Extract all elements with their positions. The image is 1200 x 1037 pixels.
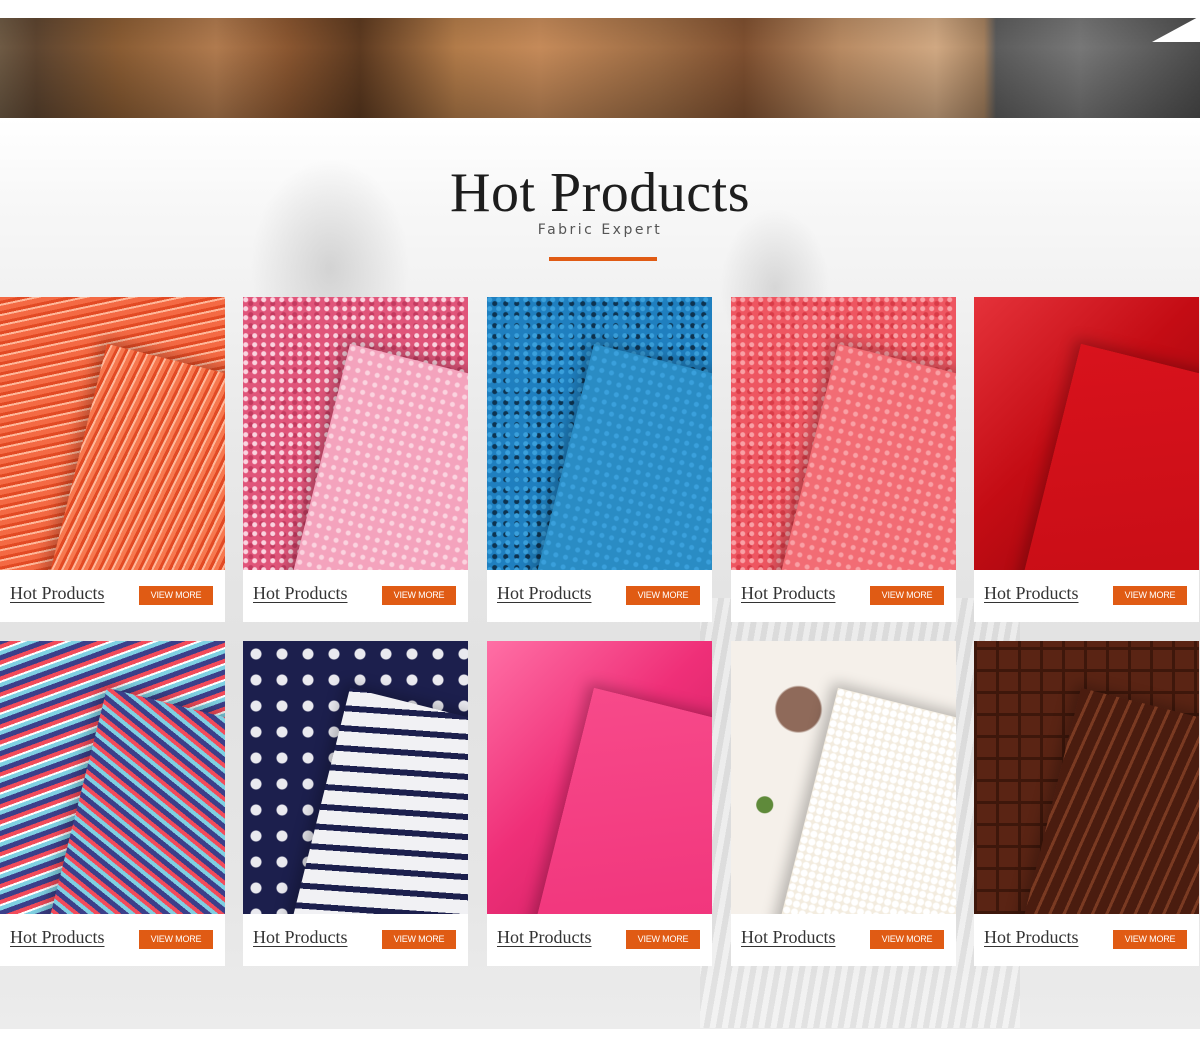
- product-title-link[interactable]: Hot Products: [10, 583, 105, 604]
- product-title-link[interactable]: Hot Products: [984, 927, 1079, 948]
- top-banner-image: [0, 0, 1200, 118]
- fabric-fold: [531, 687, 712, 914]
- product-card[interactable]: Hot Products VIEW MORE: [974, 641, 1199, 966]
- product-card[interactable]: Hot Products VIEW MORE: [487, 641, 712, 966]
- product-image[interactable]: [0, 641, 225, 914]
- section-heading: Hot Products Fabric Expert: [0, 160, 1200, 261]
- section-title: Hot Products: [450, 162, 750, 224]
- product-image[interactable]: [731, 297, 956, 570]
- fabric-fold: [1018, 687, 1199, 914]
- product-title-link[interactable]: Hot Products: [497, 927, 592, 948]
- fabric-fold: [287, 687, 468, 914]
- view-more-button[interactable]: VIEW MORE: [1113, 586, 1187, 605]
- banner-top-edge: [0, 0, 1200, 18]
- title-underline-bar: [549, 257, 657, 261]
- fabric-fold: [531, 343, 712, 570]
- fabric-fold: [44, 343, 225, 570]
- product-image[interactable]: [974, 641, 1199, 914]
- section-subtitle: Fabric Expert: [537, 222, 663, 238]
- fabric-fold: [1018, 343, 1199, 570]
- product-card[interactable]: Hot Products VIEW MORE: [731, 641, 956, 966]
- view-more-button[interactable]: VIEW MORE: [870, 930, 944, 949]
- product-title-link[interactable]: Hot Products: [10, 927, 105, 948]
- banner-corner-cut: [1152, 16, 1200, 42]
- fabric-fold: [44, 687, 225, 914]
- product-image[interactable]: [243, 641, 468, 914]
- product-title-link[interactable]: Hot Products: [497, 583, 592, 604]
- product-image[interactable]: [487, 641, 712, 914]
- fabric-fold: [287, 343, 468, 570]
- product-image[interactable]: [487, 297, 712, 570]
- product-image[interactable]: [731, 641, 956, 914]
- view-more-button[interactable]: VIEW MORE: [382, 930, 456, 949]
- section-bottom-edge: [0, 1029, 1200, 1037]
- product-image[interactable]: [0, 297, 225, 570]
- product-card[interactable]: Hot Products VIEW MORE: [243, 297, 468, 622]
- fabric-fold: [775, 687, 956, 914]
- product-title-link[interactable]: Hot Products: [253, 583, 348, 604]
- view-more-button[interactable]: VIEW MORE: [382, 586, 456, 605]
- view-more-button[interactable]: VIEW MORE: [626, 930, 700, 949]
- product-title-link[interactable]: Hot Products: [741, 583, 836, 604]
- product-card[interactable]: Hot Products VIEW MORE: [487, 297, 712, 622]
- product-image[interactable]: [974, 297, 1199, 570]
- view-more-button[interactable]: VIEW MORE: [626, 586, 700, 605]
- view-more-button[interactable]: VIEW MORE: [870, 586, 944, 605]
- view-more-button[interactable]: VIEW MORE: [139, 930, 213, 949]
- product-card[interactable]: Hot Products VIEW MORE: [0, 297, 225, 622]
- product-card[interactable]: Hot Products VIEW MORE: [0, 641, 225, 966]
- product-card[interactable]: Hot Products VIEW MORE: [974, 297, 1199, 622]
- product-title-link[interactable]: Hot Products: [984, 583, 1079, 604]
- view-more-button[interactable]: VIEW MORE: [139, 586, 213, 605]
- product-image[interactable]: [243, 297, 468, 570]
- product-title-link[interactable]: Hot Products: [741, 927, 836, 948]
- product-card[interactable]: Hot Products VIEW MORE: [243, 641, 468, 966]
- product-card[interactable]: Hot Products VIEW MORE: [731, 297, 956, 622]
- view-more-button[interactable]: VIEW MORE: [1113, 930, 1187, 949]
- product-title-link[interactable]: Hot Products: [253, 927, 348, 948]
- fabric-fold: [775, 343, 956, 570]
